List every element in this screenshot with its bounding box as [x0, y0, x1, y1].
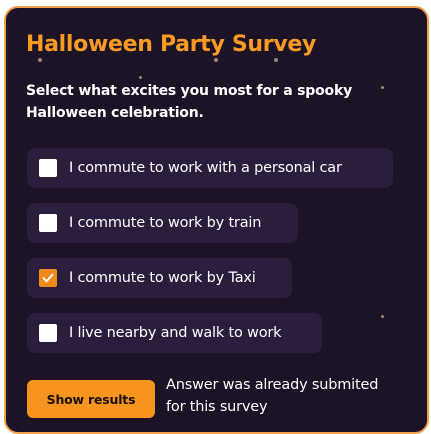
option-personal-car[interactable]: I commute to work with a personal car [27, 148, 393, 188]
checkbox[interactable] [39, 324, 57, 342]
option-train[interactable]: I commute to work by train [27, 203, 298, 243]
already-submitted-notice: Answer was already submited for this sur… [166, 377, 379, 415]
decorative-dot [139, 76, 142, 79]
option-label: I live nearby and walk to work [69, 325, 282, 341]
survey-title: Halloween Party Survey [26, 32, 317, 57]
show-results-button[interactable]: Show results [27, 380, 155, 418]
survey-subtitle: Select what excites you most for a spook… [26, 83, 352, 121]
survey-card: Halloween Party Survey Select what excit… [4, 6, 429, 434]
decorative-dot [274, 58, 278, 62]
checkbox[interactable] [39, 159, 57, 177]
option-label: I commute to work by Taxi [69, 270, 256, 286]
checkmark-icon [42, 273, 54, 283]
option-label: I commute to work with a personal car [69, 160, 342, 176]
option-walk[interactable]: I live nearby and walk to work [27, 313, 322, 353]
decorative-dot [381, 315, 384, 318]
option-label: I commute to work by train [69, 215, 262, 231]
decorative-dot [38, 58, 42, 62]
checkbox[interactable] [39, 214, 57, 232]
option-taxi[interactable]: I commute to work by Taxi [27, 258, 292, 298]
checkbox-checked[interactable] [39, 269, 57, 287]
decorative-dot [214, 58, 218, 62]
